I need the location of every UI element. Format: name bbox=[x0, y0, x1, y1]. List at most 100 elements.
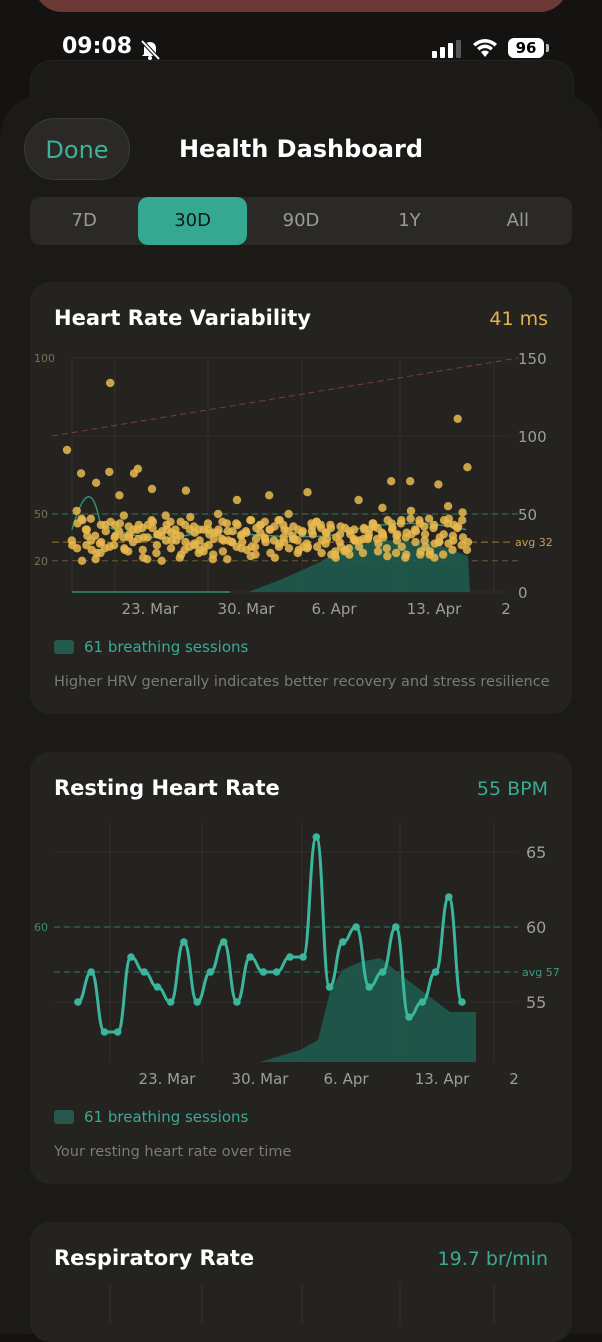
hrv-point bbox=[420, 536, 429, 545]
range-tab-90d[interactable]: 90D bbox=[247, 197, 355, 245]
hrv-point bbox=[443, 502, 453, 511]
hrv-point bbox=[143, 533, 152, 542]
hrv-point bbox=[429, 523, 438, 533]
hrv-point bbox=[208, 555, 217, 564]
hrv-point bbox=[86, 514, 95, 523]
hrv-point bbox=[463, 463, 472, 472]
x-tick-label: 23. Mar bbox=[122, 600, 180, 618]
hrv-point bbox=[358, 548, 368, 558]
rhr-point bbox=[233, 998, 241, 1006]
hrv-point bbox=[406, 514, 415, 523]
resp-value: 19.7 br/min bbox=[437, 1248, 548, 1270]
hrv-point bbox=[76, 469, 86, 478]
x-tick-label: 13. Apr bbox=[407, 600, 462, 618]
rhr-card[interactable]: Resting Heart Rate 55 BPM 65 60 55 60 avg 57… bbox=[30, 752, 572, 1184]
hrv-point bbox=[363, 534, 373, 544]
legend-swatch bbox=[54, 640, 74, 654]
range-tab-30d[interactable]: 30D bbox=[138, 197, 247, 245]
hrv-points bbox=[62, 378, 473, 565]
hrv-point bbox=[260, 517, 269, 526]
hrv-point bbox=[181, 486, 191, 495]
rhr-point bbox=[100, 1028, 109, 1036]
hrv-point bbox=[143, 555, 152, 564]
rhr-chart[interactable]: 65 60 55 60 avg 57 23. Mar 30. Mar 6. Apr 13. Ap… bbox=[30, 812, 572, 1152]
x-tick-label: 30. Mar bbox=[218, 600, 276, 618]
hrv-point bbox=[397, 542, 406, 551]
rhr-value: 55 BPM bbox=[476, 778, 548, 800]
resp-card[interactable]: Respiratory Rate 19.7 br/min bbox=[30, 1222, 572, 1342]
hrv-point bbox=[138, 523, 147, 533]
hrv-point bbox=[317, 548, 326, 558]
hrv-point bbox=[443, 519, 452, 528]
rhr-point bbox=[87, 968, 95, 976]
hrv-point bbox=[373, 547, 383, 556]
rhr-point bbox=[74, 998, 82, 1006]
hrv-legend-label: 61 breathing sessions bbox=[84, 638, 249, 656]
hrv-point bbox=[77, 556, 87, 565]
hrv-point bbox=[270, 553, 280, 562]
rhr-point bbox=[378, 968, 387, 976]
x-tick-label: 6. Apr bbox=[311, 600, 357, 618]
rhr-point bbox=[140, 968, 148, 976]
hrv-point bbox=[453, 414, 462, 423]
hrv-point bbox=[302, 539, 311, 548]
hrv-point bbox=[246, 516, 255, 525]
hrv-point bbox=[77, 514, 86, 523]
hrv-point bbox=[411, 537, 420, 547]
hrv-point bbox=[222, 519, 232, 528]
hrv-point bbox=[260, 533, 269, 542]
rhr-description: Your resting heart rate over time bbox=[54, 1144, 292, 1160]
hrv-point bbox=[67, 536, 76, 545]
rhr-point bbox=[392, 923, 400, 931]
legend-swatch bbox=[54, 1110, 74, 1124]
hrv-point bbox=[250, 542, 260, 551]
hrv-point bbox=[105, 467, 114, 477]
rhr-legend-label: 61 breathing sessions bbox=[84, 1108, 249, 1126]
hrv-point bbox=[303, 488, 312, 497]
hrv-point bbox=[91, 478, 101, 487]
avg-label: avg 57 bbox=[522, 966, 560, 979]
range-tab-1y[interactable]: 1Y bbox=[355, 197, 463, 245]
hrv-point bbox=[152, 548, 161, 558]
hrv-point bbox=[382, 544, 391, 553]
top-sheet-edge bbox=[34, 0, 568, 12]
hrv-point bbox=[157, 556, 166, 565]
hrv-point bbox=[406, 506, 416, 516]
hrv-point bbox=[147, 484, 157, 494]
hrv-point bbox=[401, 533, 410, 542]
hrv-point bbox=[430, 553, 439, 562]
hrv-point bbox=[377, 528, 387, 537]
hrv-point bbox=[396, 519, 406, 528]
y-tick-label: 0 bbox=[518, 584, 528, 602]
rhr-point bbox=[365, 983, 374, 991]
hrv-point bbox=[232, 495, 242, 505]
hrv-point bbox=[434, 480, 443, 489]
y-tick-label: 60 bbox=[526, 918, 546, 937]
rhr-point bbox=[286, 953, 294, 961]
x-tick-label: 23. Mar bbox=[139, 1070, 197, 1088]
hrv-point bbox=[344, 544, 354, 553]
hrv-point bbox=[453, 523, 462, 533]
resp-chart-grid bbox=[109, 1284, 495, 1324]
rhr-point bbox=[206, 968, 215, 976]
hrv-point bbox=[81, 525, 91, 534]
range-tab-all[interactable]: All bbox=[464, 197, 572, 245]
rhr-point bbox=[312, 833, 321, 841]
hrv-point bbox=[448, 545, 457, 555]
range-tab-7d[interactable]: 7D bbox=[30, 197, 138, 245]
hrv-point bbox=[147, 516, 156, 525]
rhr-point bbox=[153, 983, 162, 991]
ref-label: 100 bbox=[34, 352, 55, 365]
hrv-point bbox=[72, 544, 82, 553]
rhr-point bbox=[180, 938, 188, 946]
avg-label: avg 32 bbox=[515, 536, 553, 549]
hrv-point bbox=[217, 534, 227, 544]
hrv-card[interactable]: Heart Rate Variability 41 ms 150 100 50 0 10… bbox=[30, 282, 572, 714]
x-tick-label: 30. Mar bbox=[232, 1070, 290, 1088]
hrv-point bbox=[448, 531, 458, 540]
rhr-point bbox=[193, 998, 201, 1006]
y-tick-label: 50 bbox=[518, 506, 537, 524]
hrv-chart[interactable]: 150 100 50 0 100 50 20 avg 32 23. Mar 30. Mar 6. A… bbox=[30, 342, 572, 682]
rhr-point bbox=[405, 1013, 413, 1021]
hrv-value: 41 ms bbox=[489, 308, 548, 330]
